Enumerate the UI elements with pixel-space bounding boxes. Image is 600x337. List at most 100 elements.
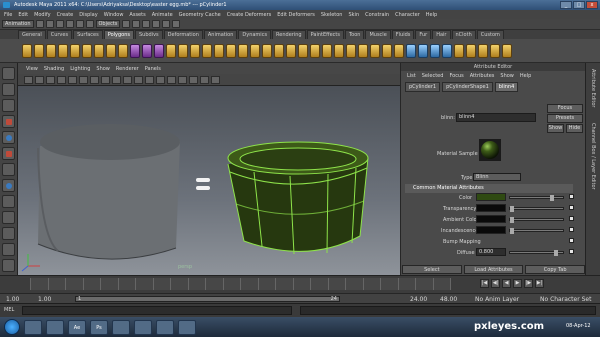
- go-to-start-button[interactable]: |◀: [480, 279, 489, 288]
- shelf-tab-dynamics[interactable]: Dynamics: [238, 30, 272, 39]
- snap-curve-icon[interactable]: [132, 20, 141, 28]
- move-tool-icon[interactable]: [2, 115, 15, 128]
- grid-toggle-icon[interactable]: [68, 75, 77, 84]
- shelf-tab-general[interactable]: General: [18, 30, 46, 39]
- menu-skeleton[interactable]: Skeleton: [321, 12, 343, 18]
- layout-single-icon[interactable]: [2, 227, 15, 240]
- incandescence-slider[interactable]: [509, 228, 564, 234]
- incandescence-slider-knob[interactable]: [510, 228, 514, 234]
- menu-constrain[interactable]: Constrain: [365, 12, 389, 18]
- isolate-select-icon[interactable]: [178, 75, 187, 84]
- show-manipulator-icon[interactable]: [2, 195, 15, 208]
- show-button[interactable]: Show: [547, 124, 564, 133]
- combine-icon[interactable]: [94, 43, 104, 58]
- channel-box-tab[interactable]: Channel Box / Layer Editor: [590, 123, 596, 190]
- time-slider-track[interactable]: [30, 278, 451, 290]
- separate-icon[interactable]: [106, 43, 116, 58]
- camera-attributes-icon[interactable]: [35, 75, 44, 84]
- transparency-slider-knob[interactable]: [510, 206, 514, 212]
- paint-select-tool-icon[interactable]: [2, 99, 15, 112]
- ambient-color-slider[interactable]: [509, 217, 564, 223]
- taskbar-app-after-effects[interactable]: Ae: [68, 319, 86, 335]
- tab-pcylinder1[interactable]: pCylinder1: [405, 81, 441, 92]
- lasso-tool-icon[interactable]: [2, 83, 15, 96]
- viewport-menu-view[interactable]: View: [26, 66, 38, 72]
- wireframe-icon[interactable]: [112, 75, 121, 84]
- fill-hole-icon[interactable]: [214, 43, 224, 58]
- taskbar-app-maya[interactable]: [178, 319, 196, 335]
- viewport-menu-lighting[interactable]: Lighting: [70, 66, 90, 72]
- step-forward-button[interactable]: |▶: [524, 279, 533, 288]
- poly-cube-icon[interactable]: [34, 43, 44, 58]
- new-scene-icon[interactable]: [35, 20, 44, 28]
- ambient-color-map-button[interactable]: [569, 216, 574, 221]
- go-to-end-button[interactable]: ▶|: [535, 279, 544, 288]
- snap-point-icon[interactable]: [142, 20, 151, 28]
- select-tool-icon[interactable]: [2, 67, 15, 80]
- camera-select-icon[interactable]: [24, 75, 33, 84]
- crease-tool-icon[interactable]: [430, 43, 440, 58]
- triangulate-icon[interactable]: [262, 43, 272, 58]
- grey-cylinder[interactable]: [37, 124, 180, 260]
- menu-assets[interactable]: Assets: [129, 12, 145, 18]
- freeze-transform-icon[interactable]: [466, 43, 476, 58]
- taskbar-app-2[interactable]: [46, 319, 64, 335]
- playback-start-field[interactable]: 1.00: [38, 296, 51, 303]
- menu-window[interactable]: Window: [104, 12, 124, 18]
- menu-create[interactable]: Create: [57, 12, 74, 18]
- select-component-icon[interactable]: [85, 20, 94, 28]
- color-slider[interactable]: [509, 195, 564, 201]
- shelf-tab-deformation[interactable]: Deformation: [163, 30, 203, 39]
- ae-menu-selected[interactable]: Selected: [422, 73, 444, 79]
- menu-modify[interactable]: Modify: [34, 12, 51, 18]
- transparency-map-button[interactable]: [569, 205, 574, 210]
- split-polygon-icon[interactable]: [166, 43, 176, 58]
- taskbar-app-1[interactable]: [24, 319, 42, 335]
- menu-edit[interactable]: Edit: [18, 12, 28, 18]
- textured-icon[interactable]: [145, 75, 154, 84]
- ae-menu-list[interactable]: List: [407, 73, 416, 79]
- render-icon[interactable]: [152, 20, 161, 28]
- tab-pcylindershape1[interactable]: pCylinderShape1: [442, 81, 493, 92]
- ae-menu-attributes[interactable]: Attributes: [470, 73, 495, 79]
- focus-button[interactable]: Focus: [547, 104, 583, 113]
- menu-display[interactable]: Display: [79, 12, 97, 18]
- resolution-gate-icon[interactable]: [90, 75, 99, 84]
- diffuse-map-button[interactable]: [569, 249, 574, 254]
- shelf-tab-polygons[interactable]: Polygons: [103, 30, 134, 39]
- diffuse-field[interactable]: 0.800: [476, 248, 506, 256]
- uv-cylindrical-icon[interactable]: [358, 43, 368, 58]
- film-gate-icon[interactable]: [79, 75, 88, 84]
- harden-edge-icon[interactable]: [250, 43, 260, 58]
- quadrangulate-icon[interactable]: [274, 43, 284, 58]
- color-map-button[interactable]: [569, 194, 574, 199]
- insert-edge-loop-icon[interactable]: [178, 43, 188, 58]
- manipulator-tool-icon[interactable]: [2, 163, 15, 176]
- taskbar-app-chrome[interactable]: [112, 319, 130, 335]
- hide-button[interactable]: Hide: [566, 124, 583, 133]
- shelf-tab-custom[interactable]: Custom: [476, 30, 504, 39]
- shelf-tab-surfaces[interactable]: Surfaces: [73, 30, 103, 39]
- image-plane-icon[interactable]: [57, 75, 66, 84]
- extract-icon[interactable]: [310, 43, 320, 58]
- ambient-color-swatch[interactable]: [476, 215, 506, 223]
- poly-cylinder-icon[interactable]: [46, 43, 56, 58]
- command-input[interactable]: [22, 306, 292, 315]
- perspective-viewport[interactable]: persp: [18, 86, 400, 275]
- shelf-tab-muscle[interactable]: Muscle: [365, 30, 391, 39]
- menu-edit-deformers[interactable]: Edit Deformers: [277, 12, 315, 18]
- extrude-icon[interactable]: [130, 43, 140, 58]
- menu-file[interactable]: File: [4, 12, 12, 18]
- center-pivot-icon[interactable]: [478, 43, 488, 58]
- load-attributes-button[interactable]: Load Attributes: [463, 265, 524, 274]
- smooth-icon[interactable]: [118, 43, 128, 58]
- color-slider-knob[interactable]: [550, 195, 554, 201]
- step-back-button[interactable]: ◀|: [491, 279, 500, 288]
- selection-mask-dropdown[interactable]: Objects: [95, 20, 121, 28]
- menu-create-deformers[interactable]: Create Deformers: [227, 12, 272, 18]
- xray-joints-icon[interactable]: [200, 75, 209, 84]
- use-all-lights-icon[interactable]: [156, 75, 165, 84]
- menu-help[interactable]: Help: [426, 12, 437, 18]
- bridge-icon[interactable]: [142, 43, 152, 58]
- tab-blinn4[interactable]: blinn4: [494, 81, 519, 92]
